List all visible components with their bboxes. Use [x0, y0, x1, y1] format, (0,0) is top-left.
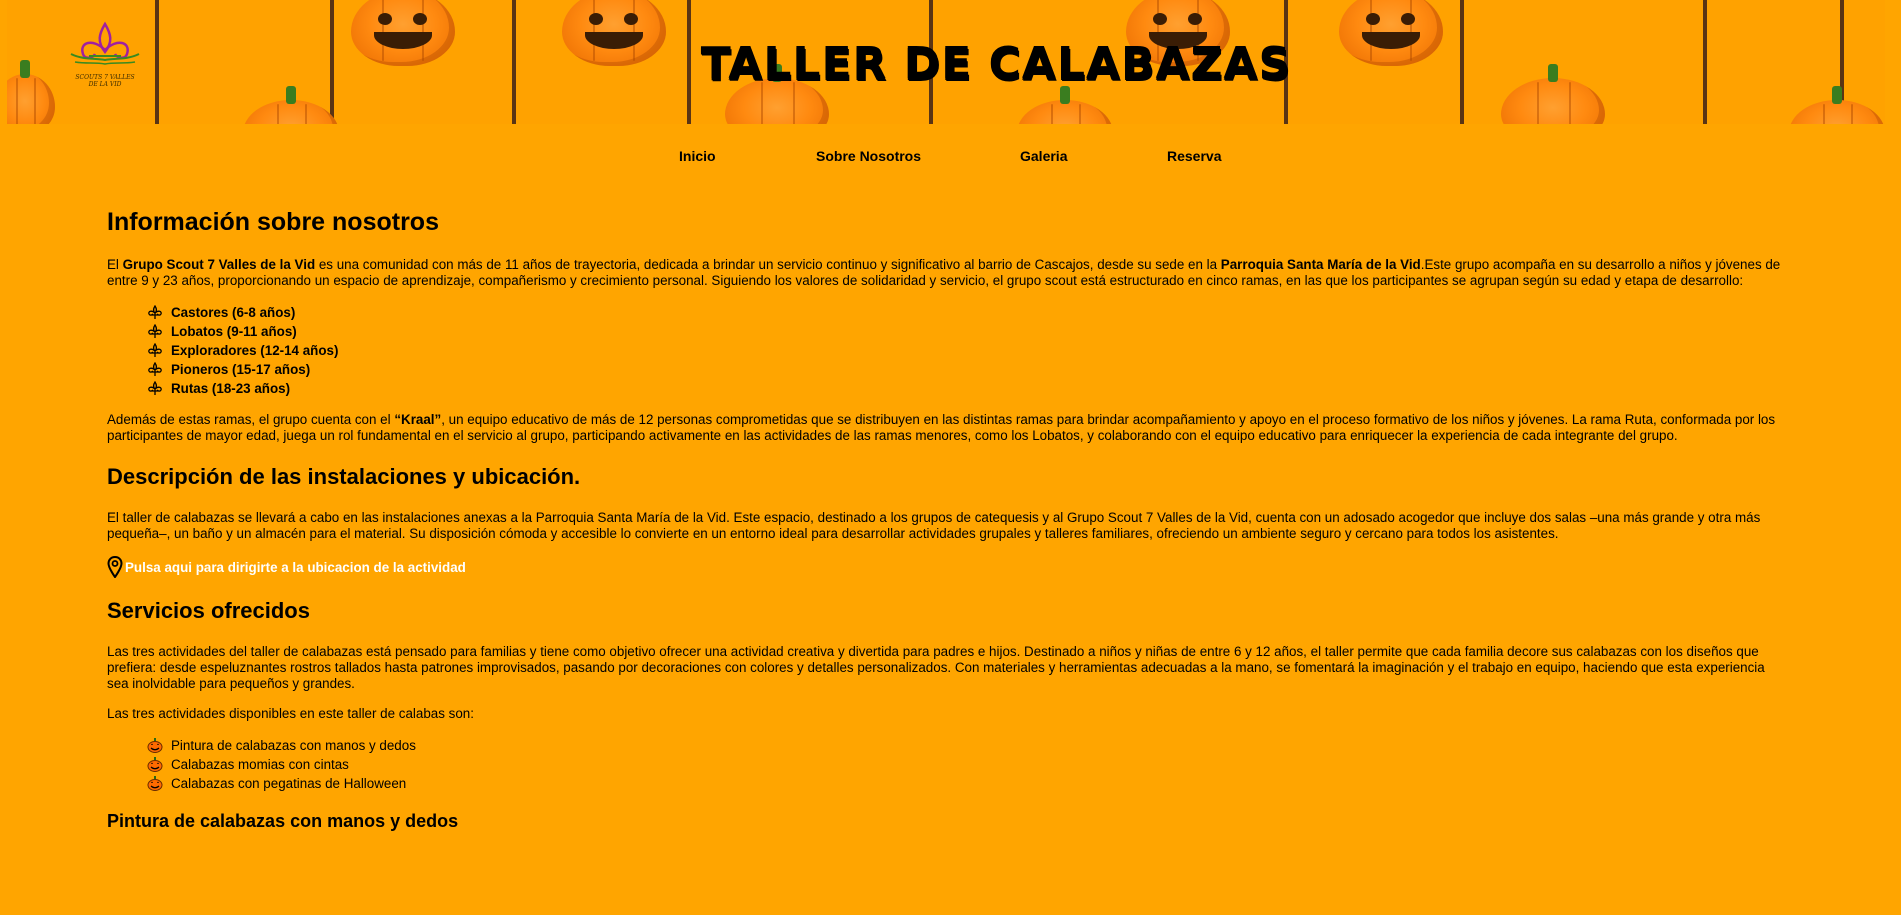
fleur-de-lis-icon [148, 305, 162, 319]
fleur-de-lis-icon [148, 343, 162, 357]
pumpkin-icon [7, 60, 55, 124]
services-heading: Servicios ofrecidos [107, 598, 310, 623]
activities-list: Pintura de calabazas con manos y dedos C… [107, 736, 1789, 793]
kraal-paragraph: Además de estas ramas, el grupo cuenta c… [107, 412, 1776, 443]
facilities-paragraph: El taller de calabazas se llevará a cabo… [107, 510, 1761, 541]
list-item: Pintura de calabazas con manos y dedos [147, 736, 1789, 755]
branches-list: Castores (6-8 años) Lobatos (9-11 años) … [107, 303, 1789, 398]
activities-intro: Las tres actividades disponibles en este… [107, 706, 474, 721]
main-nav: Inicio Sobre Nosotros Galeria Reserva [0, 148, 1901, 168]
map-pin-icon [107, 556, 123, 578]
location-link[interactable]: Pulsa aqui para dirigirte a la ubicacion… [107, 556, 1789, 578]
fleur-de-lis-icon [148, 381, 162, 395]
header-banner: SCOUTS 7 VALLES DE LA VID TALLER DE CALA… [7, 0, 1885, 124]
nav-item-galeria[interactable]: Galeria [1020, 148, 1067, 164]
main-content: Información sobre nosotros El Grupo Scou… [107, 208, 1789, 832]
services-paragraph: Las tres actividades del taller de calab… [107, 644, 1765, 691]
facilities-heading: Descripción de las instalaciones y ubica… [107, 464, 581, 489]
jack-o-lantern-icon [147, 738, 163, 753]
list-item: Calabazas con pegatinas de Halloween [147, 774, 1789, 793]
nav-item-sobre-nosotros[interactable]: Sobre Nosotros [816, 148, 921, 164]
jack-o-lantern-icon [147, 776, 163, 791]
pumpkin-icon [1789, 86, 1885, 124]
page-title: TALLER DE CALABAZAS [700, 38, 1292, 89]
about-heading: Información sobre nosotros [107, 208, 439, 236]
nav-item-inicio[interactable]: Inicio [679, 148, 716, 164]
activity-sub-heading: Pintura de calabazas con manos y dedos [107, 811, 459, 831]
list-item: Pioneros (15-17 años) [147, 360, 1789, 379]
list-item: Exploradores (12-14 años) [147, 341, 1789, 360]
list-item: Calabazas momias con cintas [147, 755, 1789, 774]
fleur-de-lis-icon [148, 362, 162, 376]
jack-o-lantern-icon [147, 757, 163, 772]
list-item: Castores (6-8 años) [147, 303, 1789, 322]
pumpkin-icon [1017, 86, 1113, 124]
fleur-de-lis-icon [148, 324, 162, 338]
nav-item-reserva[interactable]: Reserva [1167, 148, 1222, 164]
location-link-label[interactable]: Pulsa aqui para dirigirte a la ubicacion… [125, 560, 466, 575]
pumpkin-icon [243, 86, 339, 124]
about-intro: El Grupo Scout 7 Valles de la Vid es una… [107, 257, 1781, 288]
list-item: Rutas (18-23 años) [147, 379, 1789, 398]
list-item: Lobatos (9-11 años) [147, 322, 1789, 341]
